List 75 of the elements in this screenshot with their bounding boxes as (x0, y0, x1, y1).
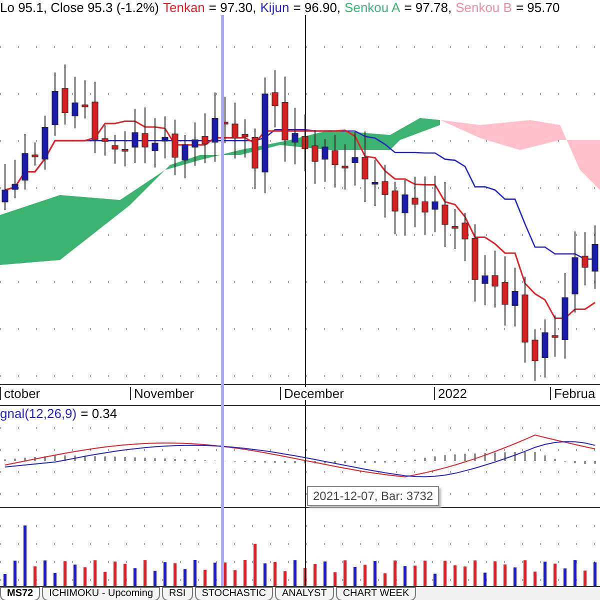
indicator-value: = 97.78, (404, 0, 452, 15)
candlestick (462, 212, 468, 262)
candlestick (272, 70, 278, 128)
candlestick (52, 72, 58, 136)
sheet-tab[interactable]: CHART WEEK (336, 587, 416, 600)
candlestick (132, 108, 138, 164)
candlestick (542, 319, 548, 378)
indicator-value: = 97.30, (208, 0, 256, 15)
candlestick (182, 134, 188, 179)
candlestick (402, 179, 408, 236)
candlestick (142, 107, 148, 164)
candlestick (192, 122, 198, 166)
candlestick (72, 76, 78, 129)
candlestick (392, 181, 398, 235)
candlestick (492, 250, 498, 308)
candlestick (452, 208, 458, 250)
sheet-tab[interactable]: ICHIMOKU - Upcoming (42, 587, 160, 600)
indicator-name: Senkou B (456, 0, 512, 15)
candlestick (252, 128, 258, 190)
indicator-name: Tenkan (162, 0, 205, 15)
candlestick (532, 328, 538, 382)
candlestick (412, 176, 418, 228)
axis-label: ctober (0, 387, 42, 400)
candlestick (172, 119, 178, 176)
candlestick (312, 130, 318, 184)
candlestick (212, 92, 218, 162)
sheet-tab[interactable]: STOCHASTIC (194, 587, 273, 600)
tooltip: 2021-12-07, Bar: 3732 (307, 486, 440, 506)
candlestick (42, 115, 48, 170)
candlestick (432, 175, 438, 233)
candlestick (482, 254, 488, 306)
macd-name: gnal(12,26,9) (0, 406, 77, 421)
candlestick (82, 80, 88, 120)
sheet-tab[interactable]: MS72 (0, 587, 40, 600)
candlestick (152, 118, 158, 168)
candlestick (102, 124, 108, 156)
sheet-tab[interactable]: ANALYST (274, 587, 334, 600)
candlestick (2, 164, 8, 210)
candlestick (232, 102, 238, 159)
candlestick (502, 256, 508, 326)
indicator-name: Senkou A (344, 0, 400, 15)
candlestick (242, 118, 248, 158)
candlestick (372, 159, 378, 206)
candlestick (292, 107, 298, 165)
candlestick (112, 134, 118, 164)
indicator-value: = 96.90, (293, 0, 341, 15)
candlestick (332, 134, 338, 188)
candlestick (442, 181, 448, 248)
candlestick (352, 131, 358, 186)
sheet-tab[interactable]: RSI (162, 587, 193, 600)
price-legend-text: Lo 95.1, Close 95.3 (-1.2%) (0, 0, 159, 15)
candlestick (222, 96, 228, 144)
axis-label: November (130, 387, 196, 400)
indicator-name: Kijun (260, 0, 290, 15)
candlestick (342, 144, 348, 190)
axis-label: December (280, 387, 346, 400)
candlestick (12, 159, 18, 199)
candlestick (22, 133, 28, 190)
candlestick (582, 232, 588, 286)
candlestick (202, 112, 208, 164)
candlestick (362, 131, 368, 202)
candlestick (62, 64, 68, 125)
candlestick (592, 224, 598, 290)
indicator-value: = 95.70 (516, 0, 560, 15)
candlestick (512, 267, 518, 327)
candlestick (322, 138, 328, 182)
axis-label: Februa (550, 387, 598, 400)
candlestick (122, 130, 128, 167)
candlestick (32, 142, 38, 166)
axis-label: 2022 (434, 387, 469, 400)
candlestick (382, 164, 388, 218)
candlestick (422, 176, 428, 236)
macd-value: = 0.34 (80, 406, 118, 421)
candlestick (162, 116, 168, 159)
candlestick (552, 315, 558, 358)
